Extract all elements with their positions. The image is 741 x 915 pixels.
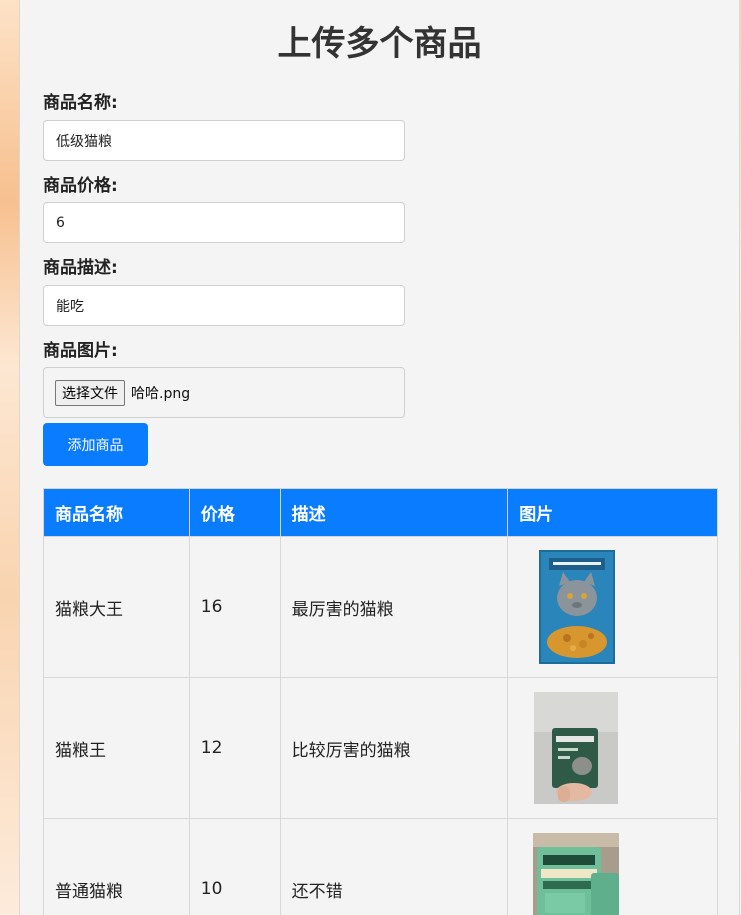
description-input[interactable] — [43, 285, 405, 326]
cell-description: 比较厉害的猫粮 — [279, 677, 509, 819]
table-header-row: 商品名称 价格 描述 图片 — [43, 488, 718, 537]
cell-price: 16 — [188, 536, 281, 678]
cell-name: 普通猫粮 — [43, 818, 190, 915]
cell-name: 猫粮王 — [43, 677, 190, 819]
price-input[interactable] — [43, 202, 405, 243]
cell-image — [507, 536, 718, 678]
header-name: 商品名称 — [43, 488, 190, 537]
choose-file-button[interactable]: 选择文件 — [55, 379, 125, 406]
table-row: 猫粮王 12 比较厉害的猫粮 — [43, 677, 718, 819]
cell-description: 最厉害的猫粮 — [279, 536, 509, 678]
header-image: 图片 — [507, 488, 718, 537]
cell-image — [507, 818, 718, 915]
upload-card: 上传多个商品 商品名称: 商品价格: 商品描述: 商品图片: 选择文件 哈哈.p… — [19, 0, 740, 915]
cell-image — [507, 677, 718, 819]
description-label: 商品描述: — [43, 258, 118, 278]
header-price: 价格 — [188, 488, 281, 537]
price-label: 商品价格: — [43, 176, 118, 196]
blue-cat-food-bag-image — [539, 550, 616, 664]
name-input[interactable] — [43, 120, 405, 161]
product-table: 商品名称 价格 描述 图片 猫粮大王 16 最厉害的猫粮 猫粮王 12 比较厉害… — [43, 488, 718, 915]
cell-price: 12 — [188, 677, 281, 819]
cell-price: 10 — [188, 818, 281, 915]
file-name: 哈哈.png — [131, 385, 191, 402]
cell-description: 还不错 — [279, 818, 509, 915]
file-input: 选择文件 哈哈.png — [43, 367, 405, 418]
name-label: 商品名称: — [43, 93, 118, 113]
table-row: 普通猫粮 10 还不错 — [43, 818, 718, 915]
hand-holding-cat-food-pouch-image — [534, 692, 619, 804]
page-title: 上传多个商品 — [277, 24, 482, 64]
page-background — [0, 0, 20, 915]
cell-name: 猫粮大王 — [43, 536, 190, 678]
header-description: 描述 — [279, 488, 509, 537]
green-cat-food-bags-image — [533, 833, 620, 915]
image-label: 商品图片: — [43, 341, 118, 361]
table-row: 猫粮大王 16 最厉害的猫粮 — [43, 536, 718, 678]
add-product-button[interactable]: 添加商品 — [43, 423, 148, 466]
